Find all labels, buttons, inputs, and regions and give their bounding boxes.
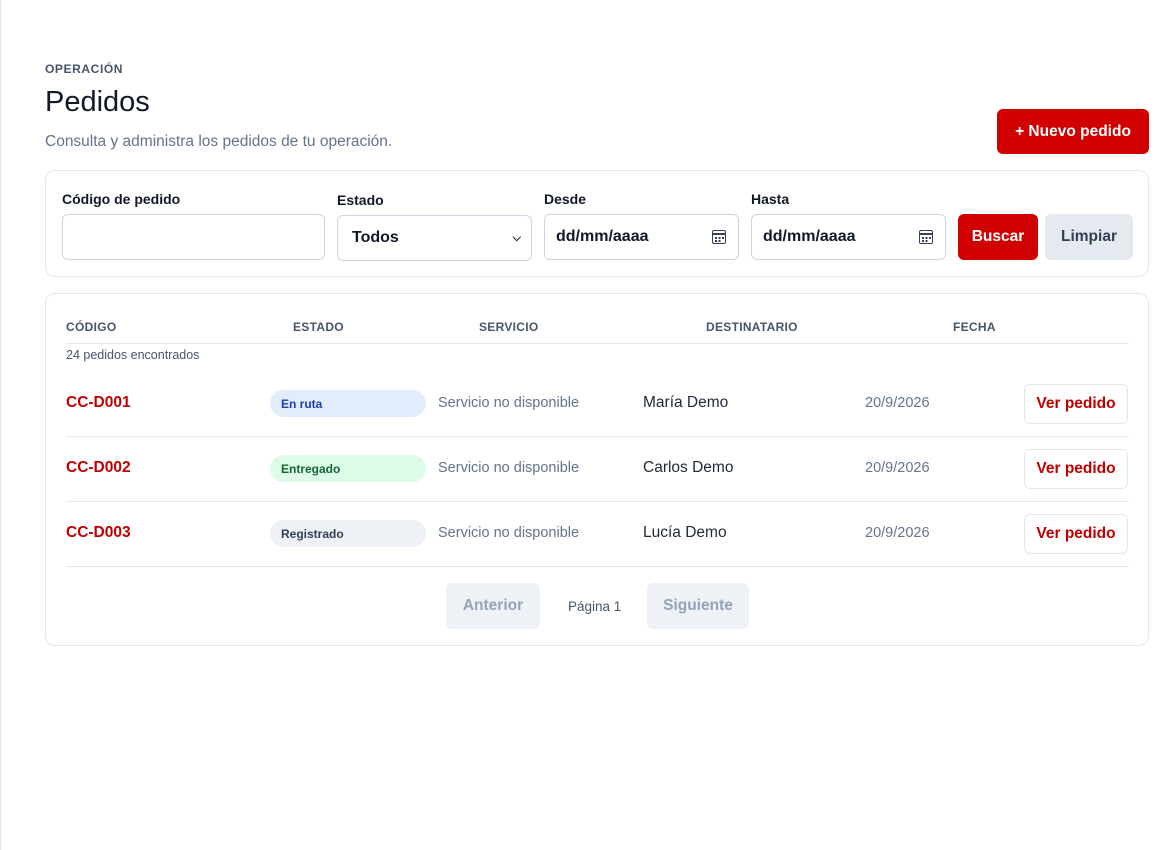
clear-button[interactable]: Limpiar [1045, 214, 1133, 260]
filter-panel: Código de pedido Estado Todos ⌵ Desde dd… [45, 170, 1149, 277]
calendar-icon[interactable] [919, 230, 933, 244]
column-header-status: ESTADO [293, 320, 344, 334]
status-selected-value: Todos [352, 229, 399, 246]
status-select[interactable]: Todos ⌵ [337, 215, 532, 261]
section-eyebrow: OPERACIÓN [45, 62, 124, 76]
page-subtitle: Consulta y administra los pedidos de tu … [45, 133, 393, 150]
to-date-label: Hasta [751, 191, 790, 207]
column-header-service: SERVICIO [479, 320, 539, 334]
page-indicator: Página 1 [568, 599, 622, 614]
header-divider [66, 343, 1129, 344]
service-cell: Servicio no disponible [438, 460, 580, 476]
status-badge: En ruta [270, 390, 426, 417]
left-divider [0, 0, 1, 850]
recipient-cell: Lucía Demo [643, 524, 727, 541]
results-count: 24 pedidos encontrados [66, 348, 200, 362]
view-order-button[interactable]: Ver pedido [1024, 449, 1128, 489]
order-code-label: Código de pedido [62, 191, 181, 207]
from-date-label: Desde [544, 191, 587, 207]
status-label: Estado [337, 192, 384, 208]
view-order-button[interactable]: Ver pedido [1024, 384, 1128, 424]
order-code: CC-D002 [66, 459, 131, 476]
to-date-input[interactable]: dd/mm/aaaa [751, 214, 946, 260]
from-date-input[interactable]: dd/mm/aaaa [544, 214, 739, 260]
table-row: CC-D003 Registrado Servicio no disponibl… [66, 502, 1129, 567]
service-cell: Servicio no disponible [438, 395, 580, 411]
column-header-recipient: DESTINATARIO [706, 320, 798, 334]
new-order-button[interactable]: + Nuevo pedido [997, 109, 1149, 154]
table-row: CC-D001 En ruta Servicio no disponible M… [66, 372, 1129, 437]
chevron-down-icon: ⌵ [512, 231, 521, 244]
previous-page-button[interactable]: Anterior [446, 583, 540, 629]
date-cell: 20/9/2026 [865, 460, 930, 476]
recipient-cell: Carlos Demo [643, 459, 734, 476]
date-cell: 20/9/2026 [865, 395, 930, 411]
to-date-placeholder: dd/mm/aaaa [763, 228, 856, 245]
order-code-input[interactable] [62, 214, 325, 260]
service-cell: Servicio no disponible [438, 525, 580, 541]
date-cell: 20/9/2026 [865, 525, 930, 541]
calendar-icon[interactable] [712, 230, 726, 244]
status-badge: Entregado [270, 455, 426, 482]
order-code: CC-D003 [66, 524, 131, 541]
from-date-placeholder: dd/mm/aaaa [556, 228, 649, 245]
column-header-code: CÓDIGO [66, 320, 117, 334]
search-button[interactable]: Buscar [958, 214, 1038, 260]
table-row: CC-D002 Entregado Servicio no disponible… [66, 437, 1129, 502]
view-order-button[interactable]: Ver pedido [1024, 514, 1128, 554]
order-code: CC-D001 [66, 394, 131, 411]
recipient-cell: María Demo [643, 394, 729, 411]
status-badge: Registrado [270, 520, 426, 547]
page-title: Pedidos [45, 86, 150, 118]
column-header-date: FECHA [953, 320, 996, 334]
next-page-button[interactable]: Siguiente [647, 583, 749, 629]
orders-table: CÓDIGO ESTADO SERVICIO DESTINATARIO FECH… [45, 293, 1149, 646]
